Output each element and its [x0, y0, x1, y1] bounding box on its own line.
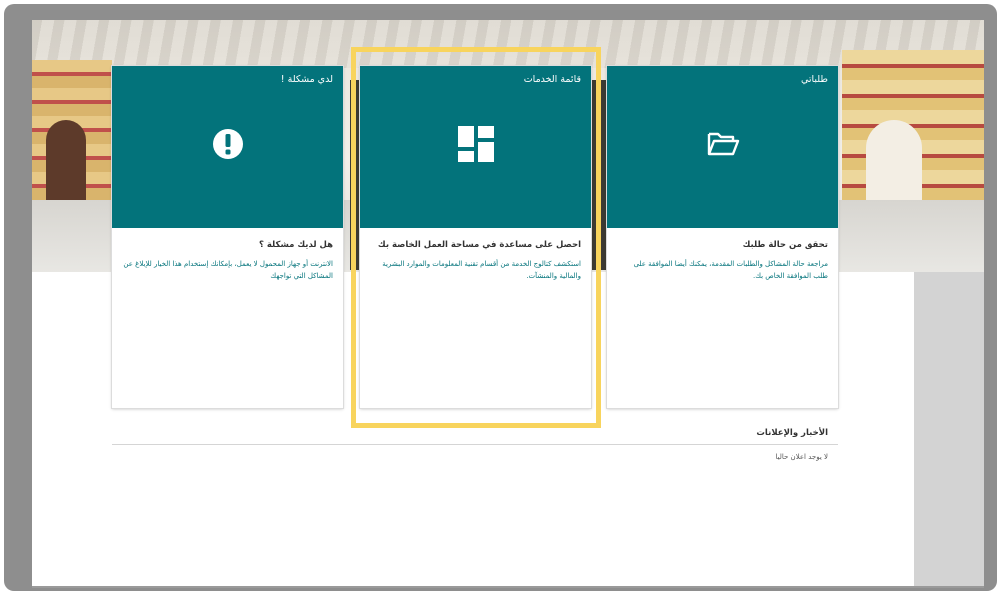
news-section: الأخبار والإعلانات لا يوجد اعلان حاليا [112, 428, 838, 461]
portal-screen: طلباتي تحقق من حالة طلبك مراجعة حالة الم… [32, 20, 984, 588]
right-gutter [914, 272, 984, 588]
news-heading: الأخبار والإعلانات [112, 428, 838, 445]
card-subtitle: تحقق من حالة طلبك [742, 240, 828, 250]
window-frame: طلباتي تحقق من حالة طلبك مراجعة حالة الم… [4, 4, 997, 591]
card-title: طلباتي [800, 74, 828, 85]
card-description: الانترنت أو جهاز المحمول لا يعمل، بإمكان… [123, 260, 333, 280]
service-catalog-card[interactable]: قائمة الخدمات احصل على مساعدة في مساحة ا… [360, 66, 591, 408]
card-subtitle: احصل على مساعدة في مساحة العمل الخاصة بك [377, 240, 581, 250]
card-description: مراجعة حالة المشاكل والطلبات المقدمة، يم… [633, 260, 828, 280]
my-requests-card[interactable]: طلباتي تحقق من حالة طلبك مراجعة حالة الم… [607, 66, 838, 408]
news-empty-message: لا يوجد اعلان حاليا [775, 453, 828, 461]
card-header[interactable]: قائمة الخدمات [360, 66, 591, 228]
card-title: لدي مشكلة ! [280, 74, 333, 85]
dashboard-grid-icon [457, 126, 494, 162]
card-description: استكشف كتالوج الخدمة من أقسام تقنية المع… [382, 260, 581, 280]
card-header[interactable]: طلباتي [607, 66, 838, 228]
exclamation-circle-icon [212, 129, 243, 159]
card-title: قائمة الخدمات [523, 74, 581, 85]
card-subtitle: هل لديك مشكلة ؟ [259, 240, 333, 250]
folder-open-icon [707, 132, 739, 156]
report-problem-card[interactable]: لدي مشكلة ! هل لديك مشكلة ؟ الانترنت أو … [112, 66, 343, 408]
bottom-divider [32, 586, 984, 588]
card-header[interactable]: لدي مشكلة ! [112, 66, 343, 228]
